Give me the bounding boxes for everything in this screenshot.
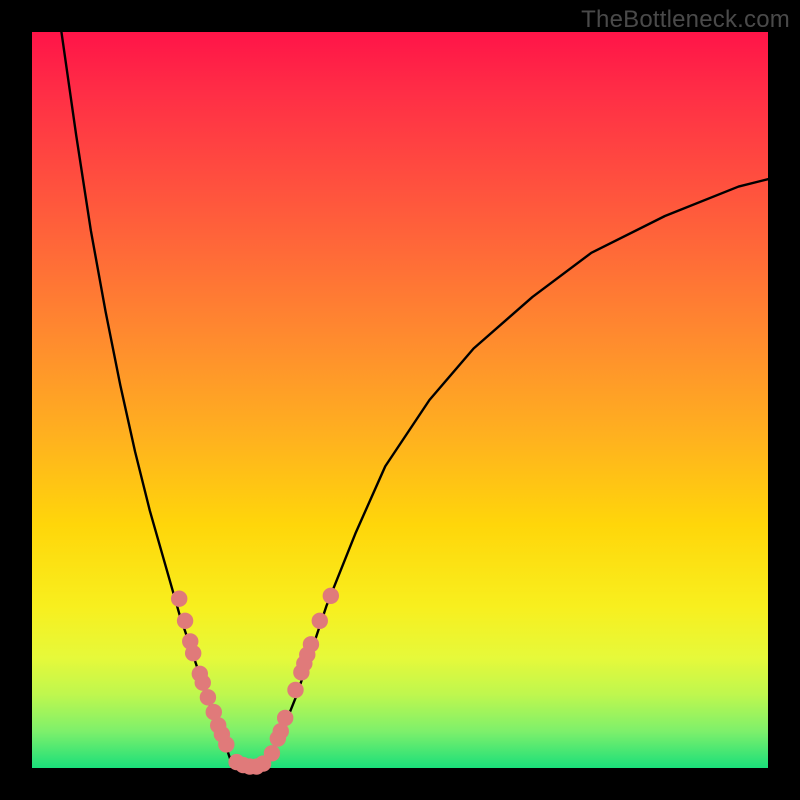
data-dot [277,710,293,726]
data-dot [303,636,319,652]
dots-group [171,588,339,775]
data-dot [218,736,234,752]
curve-group [61,32,768,767]
data-dot [185,645,201,661]
series-left-branch [61,32,230,761]
data-dot [264,745,280,761]
data-dot [195,674,211,690]
data-dot [323,588,339,604]
plot-area [32,32,768,768]
chart-frame: TheBottleneck.com [0,0,800,800]
data-dot [312,613,328,629]
data-dot [177,613,193,629]
data-dot [171,591,187,607]
series-right-branch [268,179,768,760]
chart-svg [32,32,768,768]
data-dot [287,682,303,698]
data-dot [200,689,216,705]
watermark-text: TheBottleneck.com [581,6,790,34]
